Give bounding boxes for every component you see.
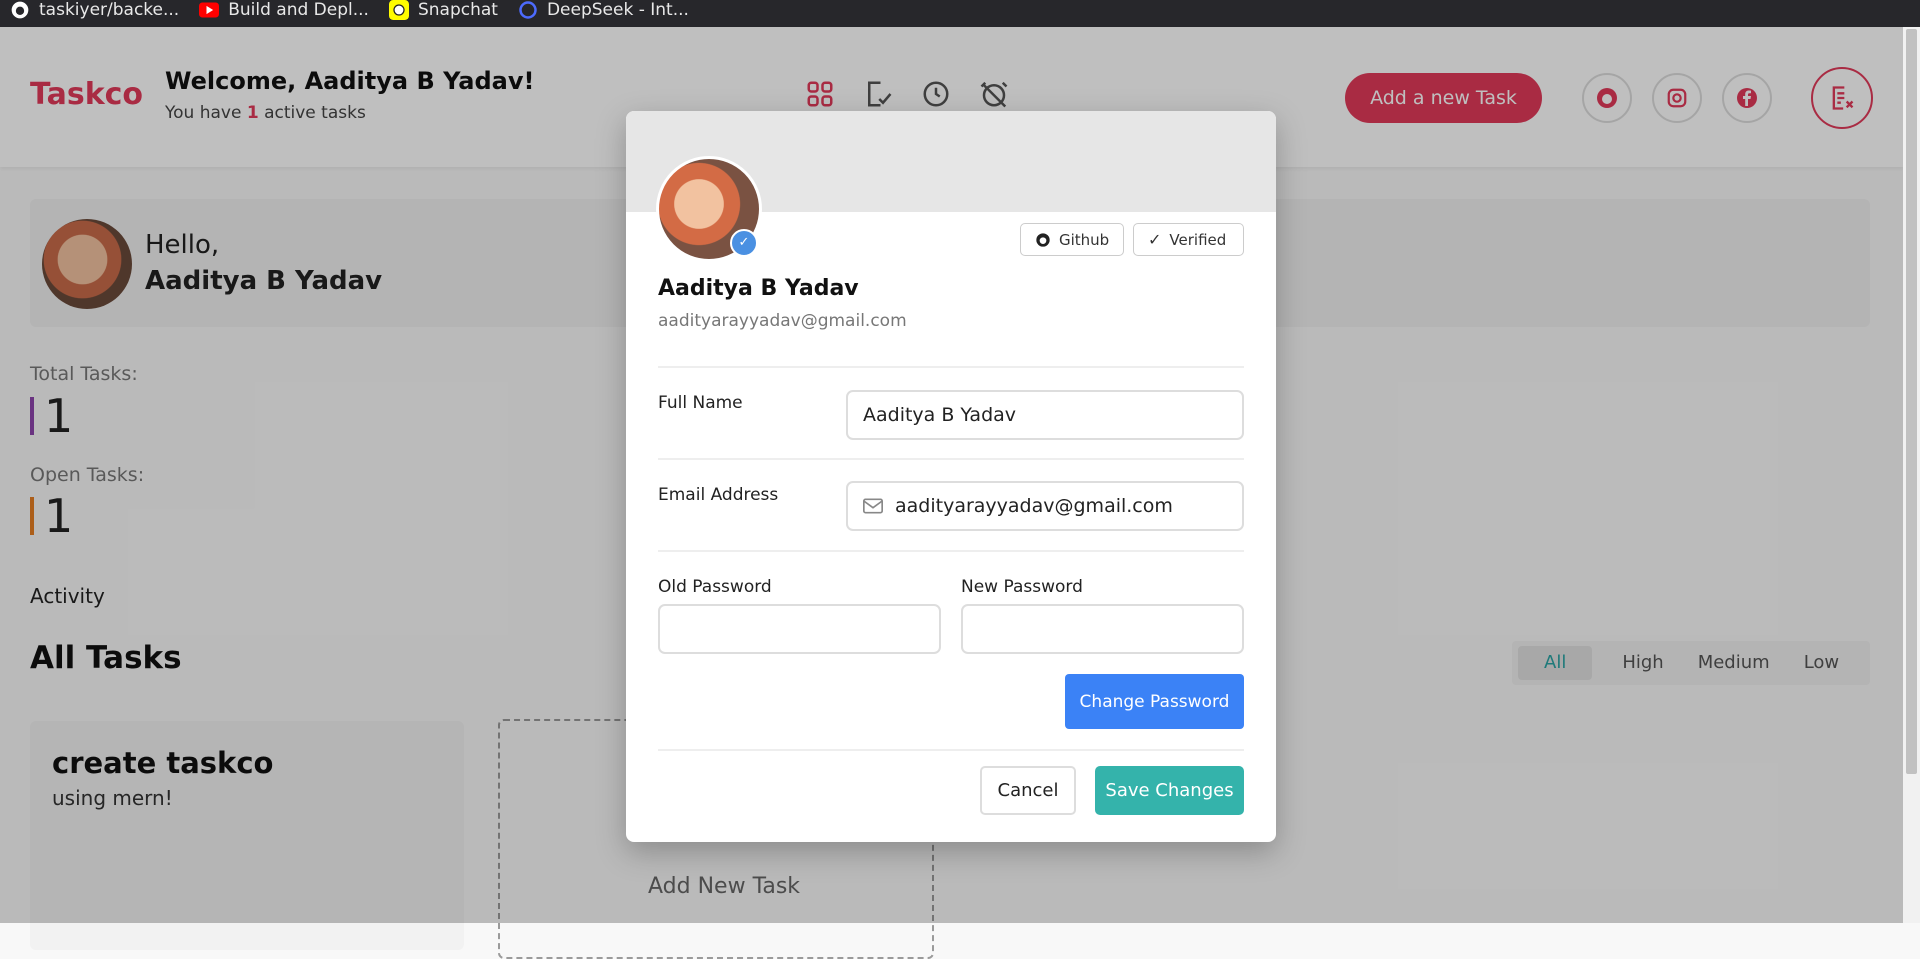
- deepseek-icon: [519, 0, 537, 19]
- github-tag-label: Github: [1059, 230, 1110, 249]
- change-password-button[interactable]: Change Password: [1065, 674, 1244, 729]
- github-icon: [1036, 232, 1050, 247]
- github-tag[interactable]: Github: [1020, 223, 1125, 256]
- old-password-label: Old Password: [658, 577, 772, 597]
- mail-icon: [863, 498, 883, 514]
- email-field[interactable]: aadityarayyadav@gmail.com: [846, 481, 1244, 531]
- full-name-field[interactable]: Aaditya B Yadav: [846, 390, 1244, 440]
- youtube-icon: [199, 2, 220, 17]
- verified-tag-label: Verified: [1169, 230, 1227, 249]
- profile-modal: ✓ Github ✓ Verified Aaditya B Yadav aadi…: [626, 111, 1276, 842]
- divider: [658, 458, 1244, 460]
- divider: [658, 749, 1244, 751]
- divider: [658, 550, 1244, 552]
- verified-tag: ✓ Verified: [1133, 223, 1244, 256]
- scrollbar-thumb[interactable]: [1906, 29, 1917, 774]
- save-changes-button[interactable]: Save Changes: [1095, 766, 1244, 815]
- profile-email: aadityarayyadav@gmail.com: [658, 311, 907, 331]
- email-label: Email Address: [658, 485, 779, 505]
- old-password-field[interactable]: [658, 604, 941, 654]
- snapchat-icon: [388, 0, 409, 20]
- bookmark-label: Build and Depl...: [228, 0, 369, 20]
- bookmark-label: DeepSeek - Int...: [546, 0, 689, 20]
- email-field-value: aadityarayyadav@gmail.com: [895, 495, 1173, 517]
- github-icon: [11, 1, 29, 18]
- cancel-button[interactable]: Cancel: [980, 766, 1076, 815]
- bookmark-deepseek[interactable]: DeepSeek - Int...: [518, 0, 689, 20]
- bookmark-label: taskiyer/backe...: [39, 0, 180, 20]
- bookmarks-bar: taskiyer/backe... Build and Depl... Snap…: [0, 0, 1920, 27]
- bookmark-snapchat[interactable]: Snapchat: [388, 0, 498, 20]
- full-name-label: Full Name: [658, 393, 743, 413]
- page-scrollbar[interactable]: [1903, 27, 1920, 923]
- check-icon: ✓: [1148, 230, 1162, 249]
- profile-name: Aaditya B Yadav: [658, 276, 859, 301]
- bookmark-youtube[interactable]: Build and Depl...: [199, 0, 369, 20]
- divider: [658, 366, 1244, 368]
- bookmark-github[interactable]: taskiyer/backe...: [10, 0, 179, 20]
- new-password-label: New Password: [961, 577, 1083, 597]
- bookmark-label: Snapchat: [417, 0, 498, 20]
- verified-badge-icon: ✓: [730, 229, 758, 257]
- new-password-field[interactable]: [961, 604, 1244, 654]
